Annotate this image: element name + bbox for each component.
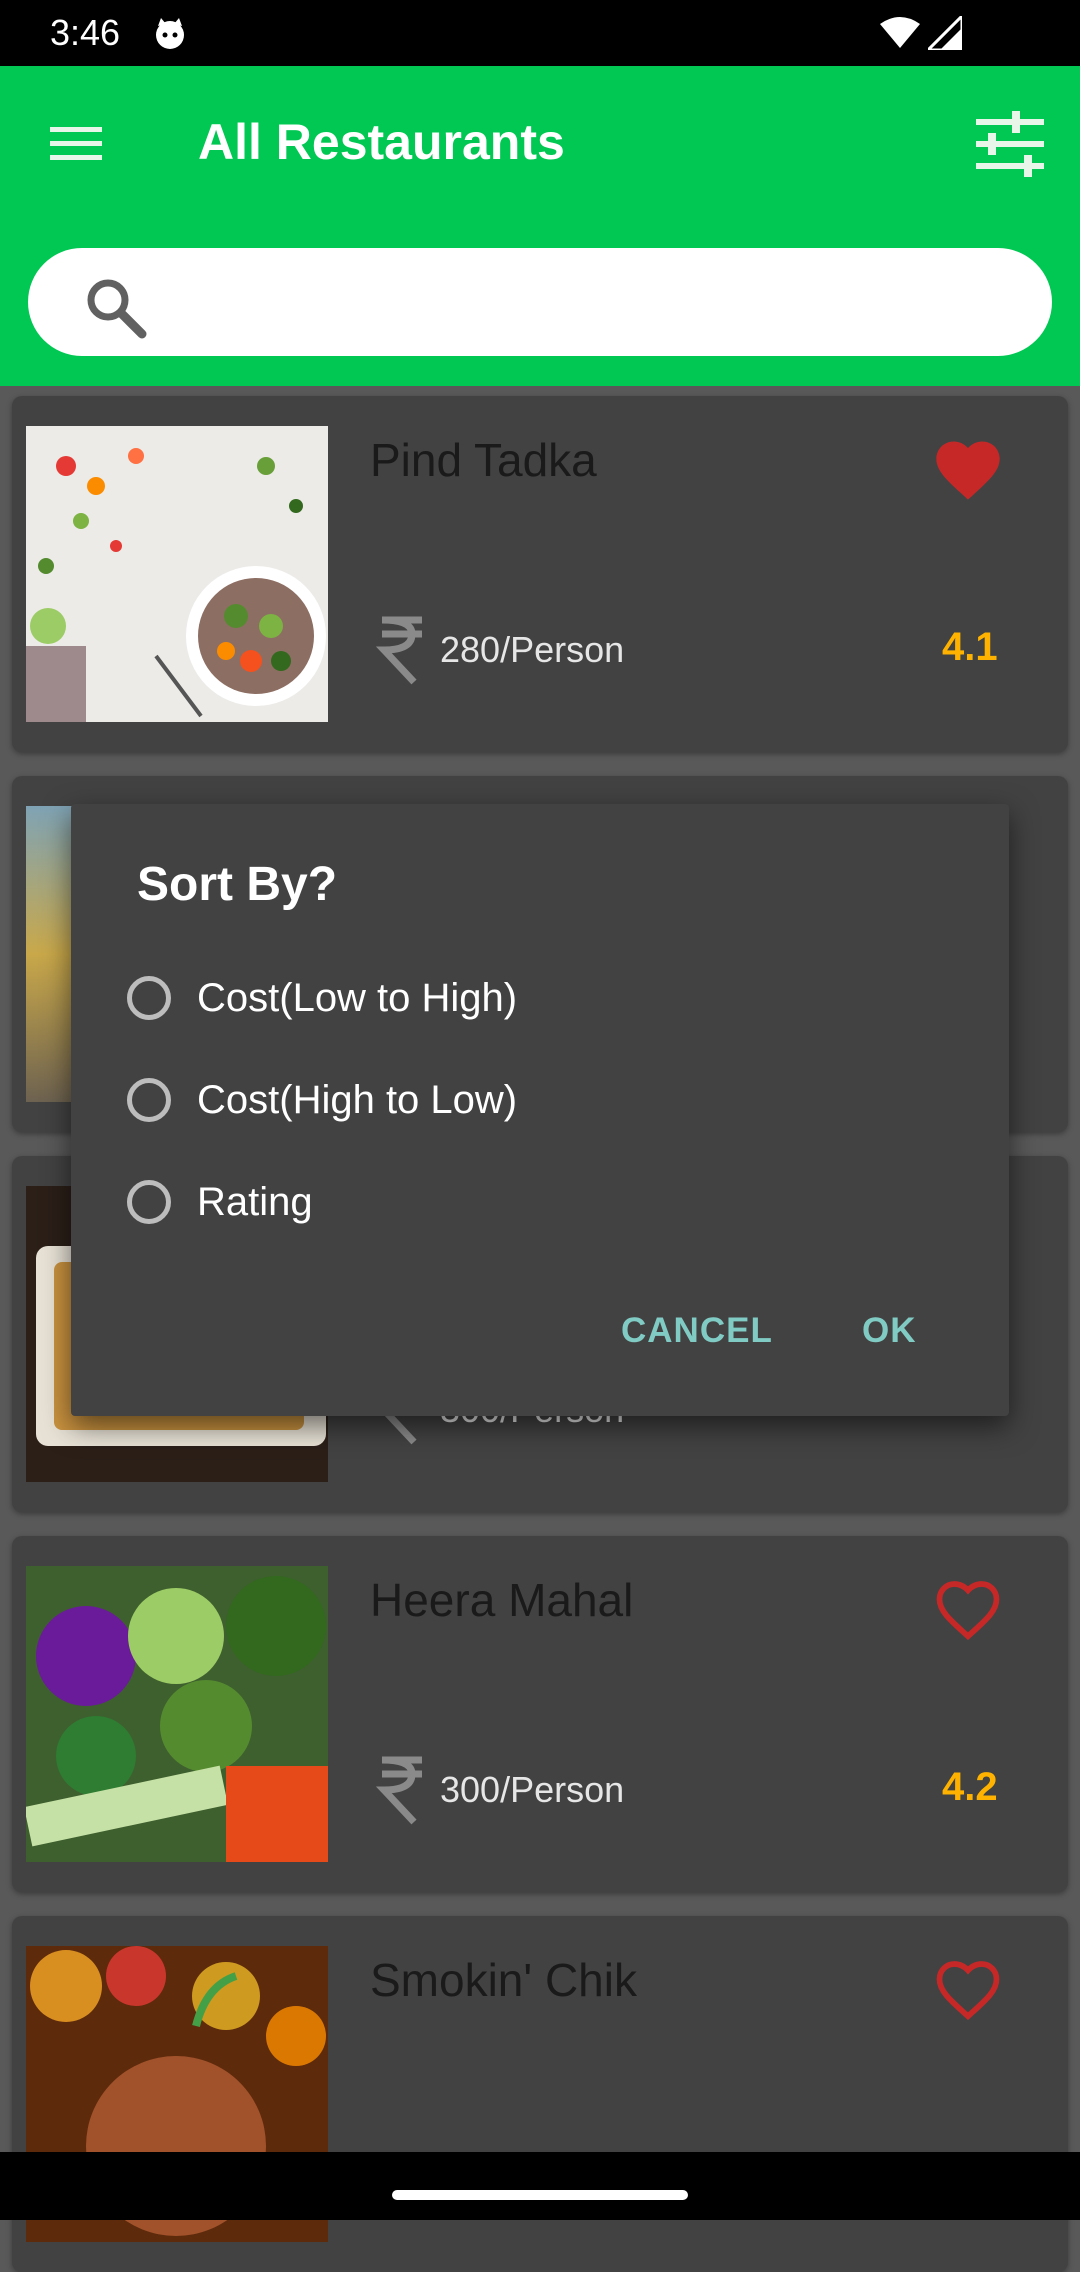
sliders-icon: [976, 111, 1044, 177]
restaurant-image: [26, 426, 328, 722]
filter-button[interactable]: [970, 104, 1050, 184]
rupee-icon: [376, 1756, 422, 1825]
notification-cat-icon: [156, 18, 184, 49]
search-bar[interactable]: [28, 248, 1052, 356]
status-bar: 3:46: [0, 0, 1080, 66]
radio-label: Rating: [197, 1180, 313, 1224]
restaurant-card[interactable]: Heera Mahal 300/Person 4.2: [12, 1536, 1068, 1892]
favorite-outline-icon[interactable]: [930, 1572, 1006, 1648]
restaurant-name: Heera Mahal: [370, 1574, 634, 1626]
home-gesture-handle[interactable]: [392, 2190, 688, 2200]
app-bar: All Restaurants: [0, 66, 1080, 220]
restaurant-cost: 300/Person: [440, 1769, 625, 1810]
search-input[interactable]: [168, 268, 1022, 338]
signal-icon: [928, 16, 962, 50]
page-title: All Restaurants: [198, 114, 565, 170]
dialog-title: Sort By?: [137, 858, 338, 911]
search-icon: [87, 279, 147, 339]
hamburger-menu-icon: [50, 127, 102, 160]
search-area: [0, 220, 1080, 386]
restaurant-image: [26, 1566, 328, 1862]
sort-option-rating[interactable]: Rating: [127, 1160, 887, 1250]
radio-button[interactable]: [127, 1180, 171, 1224]
favorite-outline-icon[interactable]: [930, 1952, 1006, 2028]
favorite-filled-icon[interactable]: [930, 432, 1006, 508]
radio-label: Cost(Low to High): [197, 976, 518, 1020]
restaurant-rating: 4.2: [942, 1765, 998, 1809]
restaurant-card[interactable]: Pind Tadka 280/Person 4.1: [12, 396, 1068, 752]
status-time: 3:46: [50, 12, 121, 53]
restaurant-name: Smokin' Chik: [370, 1954, 637, 2006]
rupee-icon: [376, 616, 422, 685]
menu-button[interactable]: [40, 114, 112, 174]
cancel-button[interactable]: CANCEL: [621, 1306, 773, 1356]
restaurant-cost: 280/Person: [440, 629, 625, 670]
sort-option-cost-high-low[interactable]: Cost(High to Low): [127, 1058, 887, 1148]
sort-option-cost-low-high[interactable]: Cost(Low to High): [127, 956, 887, 1046]
radio-label: Cost(High to Low): [197, 1078, 518, 1122]
restaurant-rating: 4.1: [942, 625, 998, 669]
sort-dialog: Sort By? Cost(Low to High) Cost(High to …: [71, 804, 1009, 1416]
radio-button[interactable]: [127, 976, 171, 1020]
ok-button[interactable]: OK: [862, 1306, 917, 1356]
restaurant-name: Pind Tadka: [370, 434, 597, 486]
wifi-icon: [880, 17, 920, 48]
system-nav-bar: [0, 2152, 1080, 2220]
radio-button[interactable]: [127, 1078, 171, 1122]
